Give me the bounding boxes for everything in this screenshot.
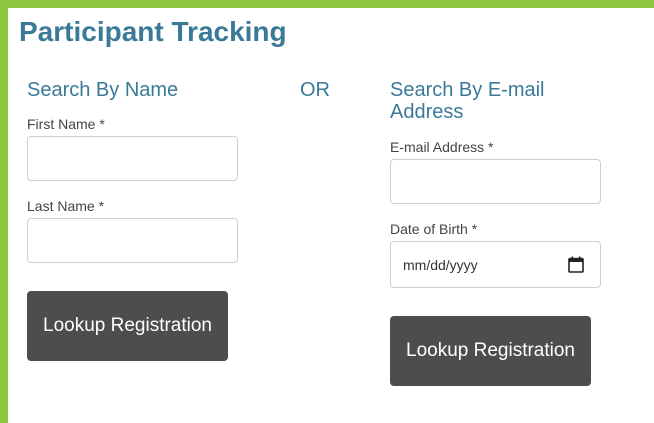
or-separator: OR: [300, 79, 330, 101]
lookup-by-email-button[interactable]: Lookup Registration: [390, 316, 591, 386]
last-name-label: Last Name *: [27, 198, 105, 214]
search-by-email-heading: Search By E-mail Address: [390, 79, 545, 123]
date-of-birth-label: Date of Birth *: [390, 221, 478, 237]
email-label: E-mail Address *: [390, 139, 494, 155]
calendar-icon[interactable]: [568, 256, 584, 273]
page-title: Participant Tracking: [19, 16, 287, 47]
last-name-field[interactable]: [27, 218, 238, 263]
first-name-label: First Name *: [27, 116, 105, 132]
email-field[interactable]: [390, 159, 601, 204]
search-by-name-heading: Search By Name: [27, 79, 179, 101]
date-of-birth-field[interactable]: mm/dd/yyyy: [390, 241, 601, 288]
first-name-field[interactable]: [27, 136, 238, 181]
lookup-by-name-button[interactable]: Lookup Registration: [27, 291, 228, 361]
date-of-birth-placeholder: mm/dd/yyyy: [403, 257, 478, 273]
